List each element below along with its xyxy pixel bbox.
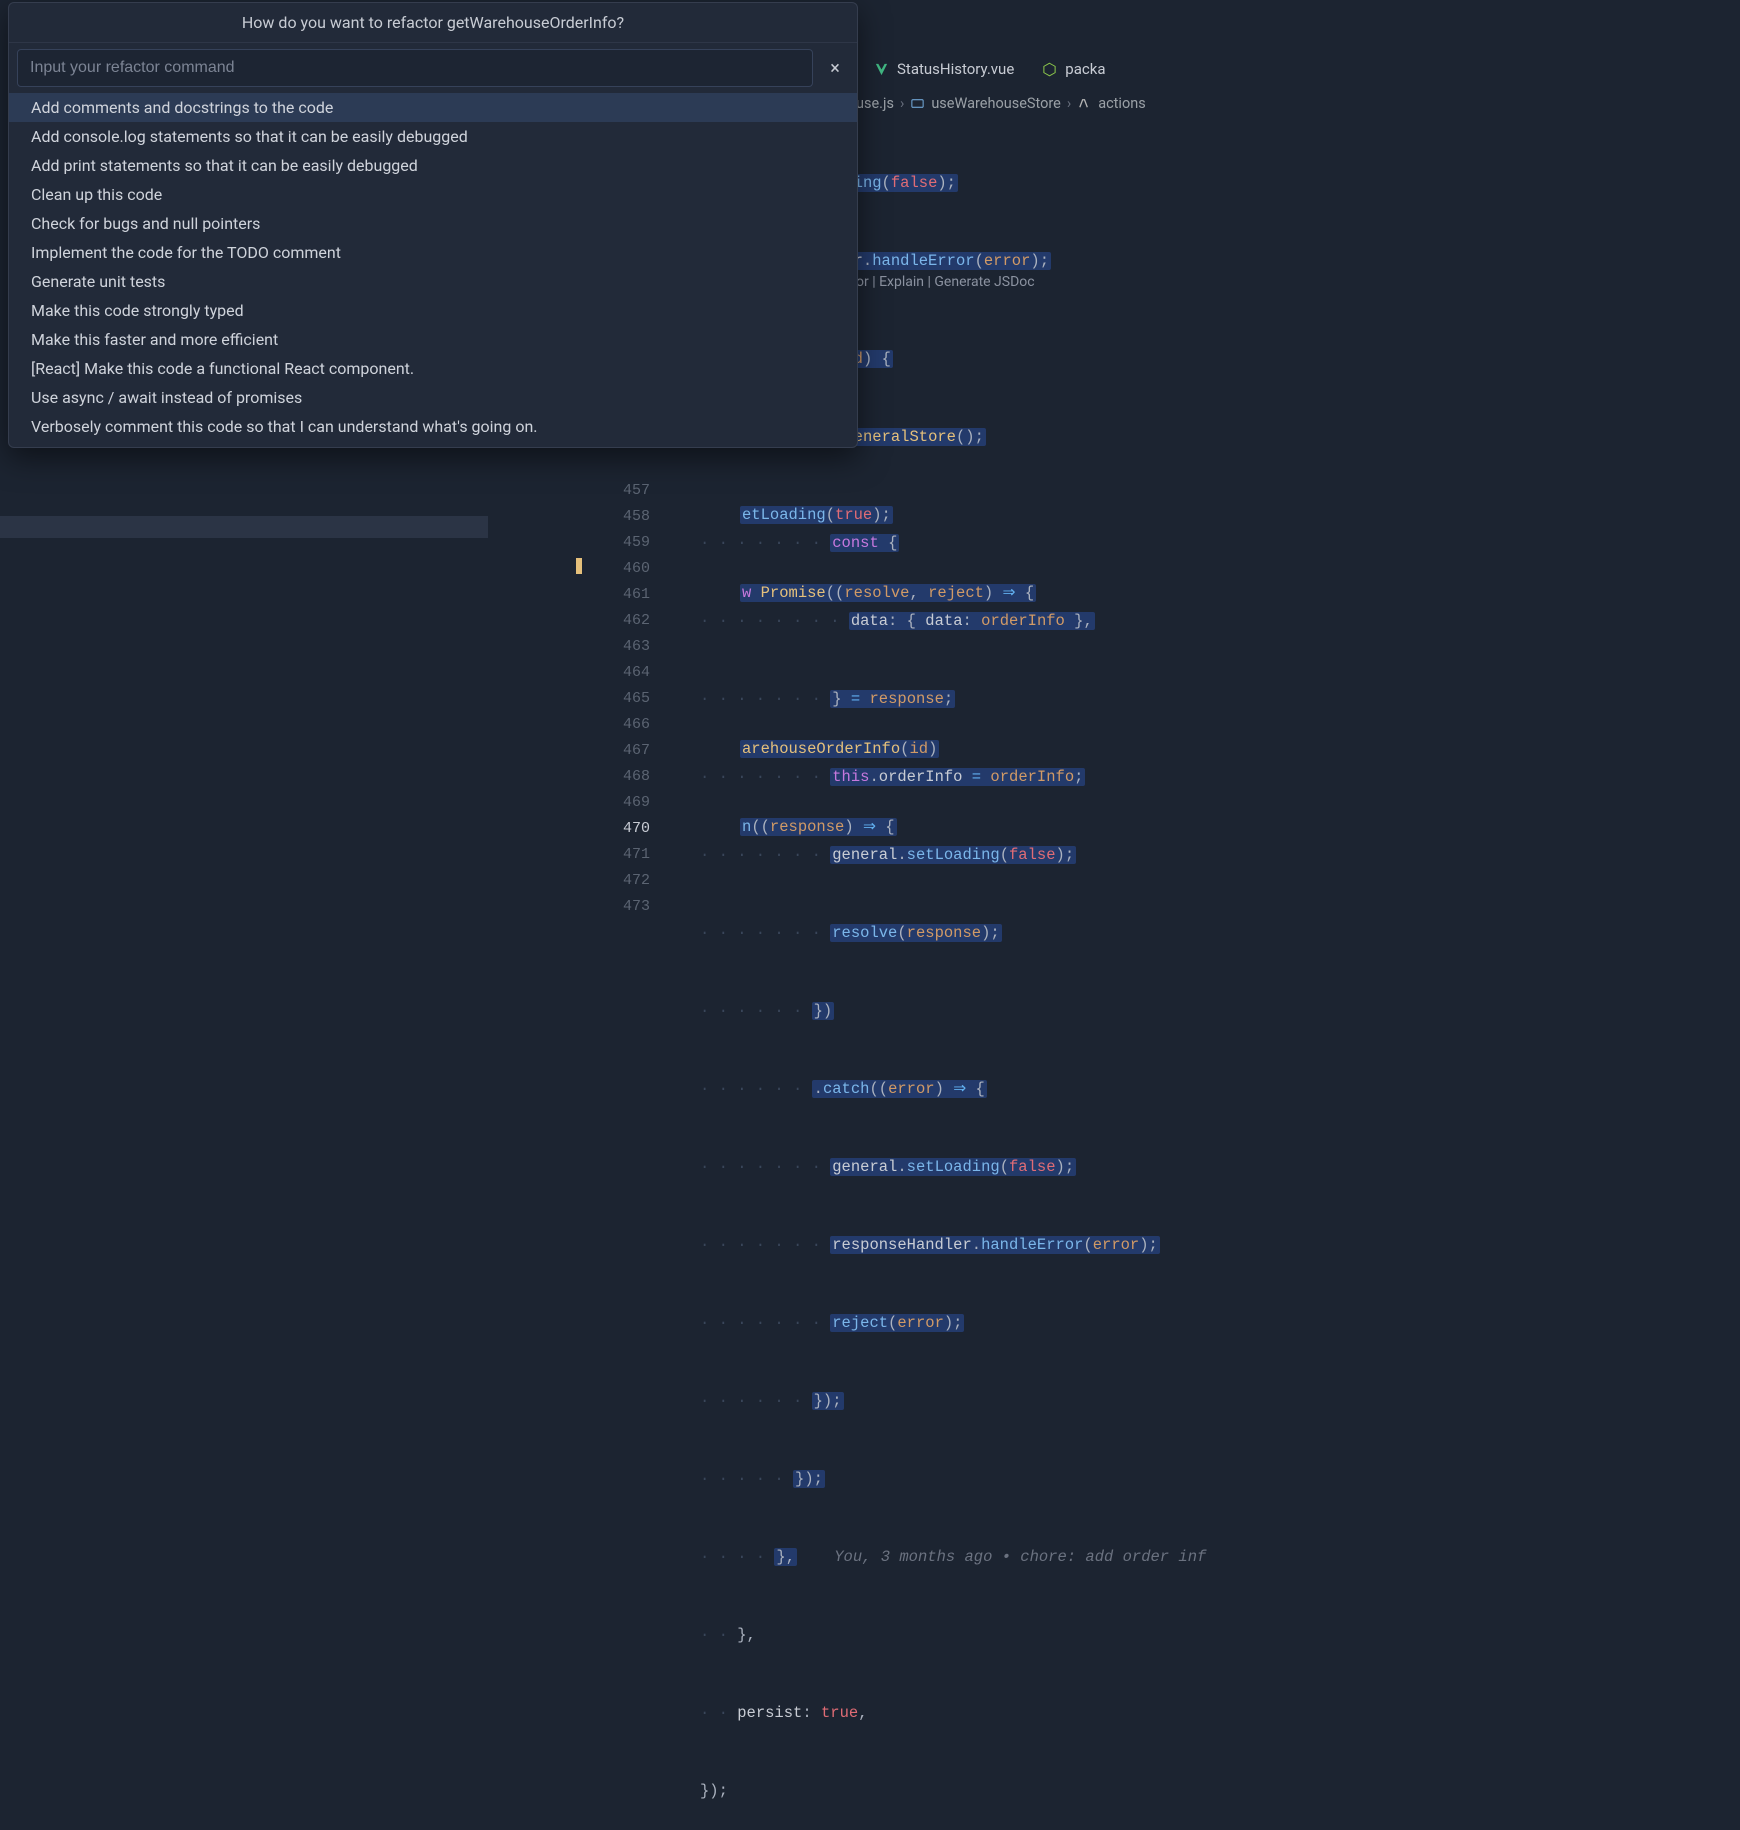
codelens[interactable]: or | Explain | Generate JSDoc (856, 274, 1035, 290)
tab-package[interactable]: packa (1028, 50, 1119, 88)
suggestion-item[interactable]: Make this code strongly typed (9, 296, 857, 325)
suggestion-item[interactable]: Verbosely comment this code so that I ca… (9, 412, 857, 441)
nodejs-icon (1042, 62, 1057, 77)
tab-label: StatusHistory.vue (897, 60, 1014, 78)
suggestion-item[interactable]: Add comments and docstrings to the code (9, 93, 857, 122)
refactor-command-palette: How do you want to refactor getWarehouse… (8, 2, 858, 448)
sidebar-highlight (0, 516, 488, 538)
symbol-variable-icon (910, 96, 925, 111)
chevron-right-icon: › (1067, 95, 1071, 112)
suggestion-item[interactable]: Add print statements so that it can be e… (9, 151, 857, 180)
tab-label: packa (1065, 60, 1105, 78)
chevron-right-icon: › (900, 95, 904, 112)
editor-tabbar: StatusHistory.vue packa (860, 50, 1240, 88)
tab-statushistory[interactable]: StatusHistory.vue (860, 50, 1028, 88)
palette-title: How do you want to refactor getWarehouse… (9, 3, 857, 43)
breadcrumb[interactable]: use.js › useWarehouseStore › actions (856, 90, 1240, 116)
breadcrumb-file: use.js (856, 95, 894, 112)
suggestion-item[interactable]: Generate unit tests (9, 267, 857, 296)
suggestion-item[interactable]: Add console.log statements so that it ca… (9, 122, 857, 151)
suggestion-item[interactable]: Check for bugs and null pointers (9, 209, 857, 238)
line-number-gutter: 457 458 459 460 461 462 463 464 465 466 … (596, 478, 666, 920)
git-blame-annotation: You, 3 months ago • chore: add order inf (834, 1548, 1206, 1566)
suggestion-item[interactable]: Make this faster and more efficient (9, 325, 857, 354)
symbol-method-icon (1077, 96, 1092, 111)
close-icon[interactable]: × (821, 54, 849, 82)
gutter-modified-marker (576, 558, 582, 574)
breadcrumb-symbol: actions (1098, 95, 1146, 112)
suggestion-list: Add comments and docstrings to the code … (9, 93, 857, 447)
suggestion-item[interactable]: Implement the code for the TODO comment (9, 238, 857, 267)
refactor-command-input[interactable] (17, 49, 813, 87)
suggestion-item[interactable]: Use async / await instead of promises (9, 383, 857, 412)
vue-icon (874, 62, 889, 77)
suggestion-item[interactable]: [React] Make this code a functional Reac… (9, 354, 857, 383)
breadcrumb-symbol: useWarehouseStore (931, 95, 1061, 112)
code-editor[interactable]: · · · · · · · const { · · · · · · · · da… (700, 478, 1240, 1830)
suggestion-item[interactable]: Clean up this code (9, 180, 857, 209)
